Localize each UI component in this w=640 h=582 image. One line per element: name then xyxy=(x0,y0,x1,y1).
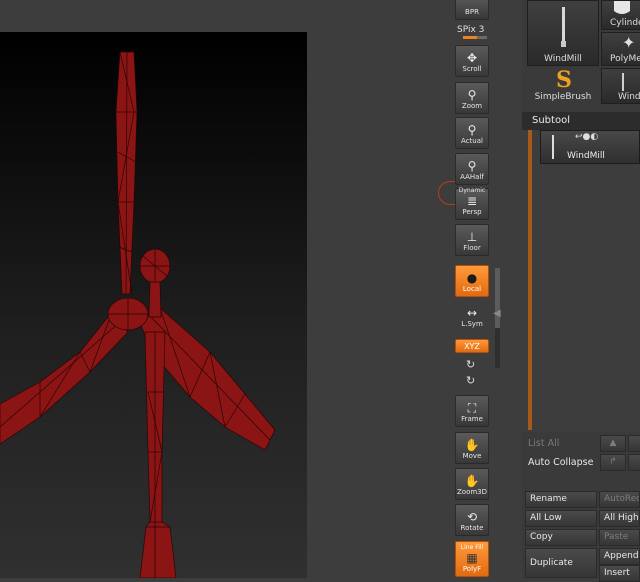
cylinder-thumb[interactable]: Cylinde xyxy=(601,0,640,30)
arrow-up-icon: ▲ xyxy=(609,438,617,448)
frame-button[interactable]: ⛶ Frame xyxy=(455,395,489,427)
auto-collapse-button[interactable]: Auto Collapse xyxy=(528,457,593,468)
aahalf-icon: ⚲ xyxy=(467,159,477,173)
zoom-icon: ⚲ xyxy=(467,88,477,102)
more-button[interactable] xyxy=(628,435,640,452)
polymesh-icon: ✦ xyxy=(622,33,636,52)
list-all-button[interactable]: List All xyxy=(528,438,559,449)
aahalf-button[interactable]: ⚲ AAHalf xyxy=(455,153,489,185)
polyf-button[interactable]: Line Fill ▦ PolyF xyxy=(455,541,489,577)
rotate-z-icon[interactable]: ↻ xyxy=(466,374,475,387)
persp-icon: ≣ xyxy=(466,194,478,208)
move-down-button[interactable]: ↱ xyxy=(600,454,626,471)
move-up-button[interactable]: ▲ xyxy=(600,435,626,452)
move-button[interactable]: ✋ Move xyxy=(455,432,489,464)
spix-label[interactable]: SPix 3 xyxy=(457,25,484,35)
paste-button[interactable]: Paste xyxy=(599,529,640,546)
all-low-button[interactable]: All Low xyxy=(525,510,597,527)
zoom3d-button[interactable]: ✋ Zoom3D xyxy=(455,468,489,500)
lsym-button[interactable]: ↔ L.Sym xyxy=(455,300,489,332)
floor-button[interactable]: ⊥ Floor xyxy=(455,224,489,256)
collapse-arrow-icon[interactable]: ◀ xyxy=(493,308,501,319)
right-shelf: BPR SPix 3 ✥ Scroll ⚲ Zoom ⚲ Actual ⚲ AA… xyxy=(452,0,501,578)
lsym-icon: ↔ xyxy=(466,306,478,320)
spix-slider-fill xyxy=(463,36,478,39)
rotate-y-icon[interactable]: ↻ xyxy=(466,358,475,371)
subtool-header[interactable]: Subtool xyxy=(522,112,640,130)
persp-button[interactable]: Dynamic ≣ Persp xyxy=(455,187,489,220)
simplebrush-icon: S xyxy=(556,67,572,93)
windmill-icon xyxy=(622,73,624,91)
zoom-button[interactable]: ⚲ Zoom xyxy=(455,82,489,114)
subtool-scrollbar[interactable] xyxy=(528,130,532,430)
polyf-icon: ▦ xyxy=(466,551,478,565)
duplicate-button[interactable]: Duplicate xyxy=(525,548,597,578)
simplebrush-thumb[interactable]: S SimpleBrush xyxy=(527,67,599,104)
scroll-icon: ✥ xyxy=(466,51,478,65)
viewport-canvas[interactable] xyxy=(0,32,307,578)
subtool-list: ↩●◐ WindMill xyxy=(522,130,640,432)
floor-icon: ⊥ xyxy=(466,230,478,244)
visibility-toggle-icon[interactable]: ↩●◐ xyxy=(575,132,598,142)
actual-button[interactable]: ⚲ Actual xyxy=(455,117,489,149)
append-button[interactable]: Append xyxy=(599,548,640,565)
more-button-2[interactable] xyxy=(628,454,640,471)
local-icon: ● xyxy=(466,271,478,285)
windmill-model xyxy=(0,51,276,578)
rotate-button[interactable]: ⟲ Rotate xyxy=(455,504,489,536)
bpr-button[interactable]: BPR xyxy=(455,0,489,20)
scroll-button[interactable]: ✥ Scroll xyxy=(455,45,489,77)
all-high-button[interactable]: All High xyxy=(599,510,640,527)
autoreorder-button[interactable]: AutoReo xyxy=(599,491,640,508)
windmill-thumb-2[interactable]: Wind xyxy=(601,68,640,104)
tool-palette: WindMill Cylinde ✦ PolyMe S SimpleBrush … xyxy=(522,0,640,582)
viewport-gutter xyxy=(307,0,452,578)
actual-icon: ⚲ xyxy=(467,123,477,137)
polymesh-thumb[interactable]: ✦ PolyMe xyxy=(601,32,640,66)
spix-slider[interactable] xyxy=(463,36,487,39)
shelf-scroll-thumb[interactable] xyxy=(495,268,500,328)
copy-button[interactable]: Copy xyxy=(525,529,597,546)
frame-icon: ⛶ xyxy=(467,401,477,415)
insert-button[interactable]: Insert xyxy=(599,565,640,582)
rotate-icon: ⟲ xyxy=(466,510,478,524)
windmill-thumb[interactable]: WindMill xyxy=(527,0,599,66)
xyz-button[interactable]: XYZ xyxy=(455,339,489,353)
arrow-right-icon: ↱ xyxy=(609,457,617,467)
rename-button[interactable]: Rename xyxy=(525,491,597,508)
zoom3d-icon: ✋ xyxy=(464,474,480,488)
windmill-icon xyxy=(552,135,554,159)
windmill-icon xyxy=(561,7,566,47)
subtool-item-windmill[interactable]: ↩●◐ WindMill xyxy=(540,130,640,164)
local-button[interactable]: ● Local xyxy=(455,265,489,297)
move-icon: ✋ xyxy=(464,438,480,452)
